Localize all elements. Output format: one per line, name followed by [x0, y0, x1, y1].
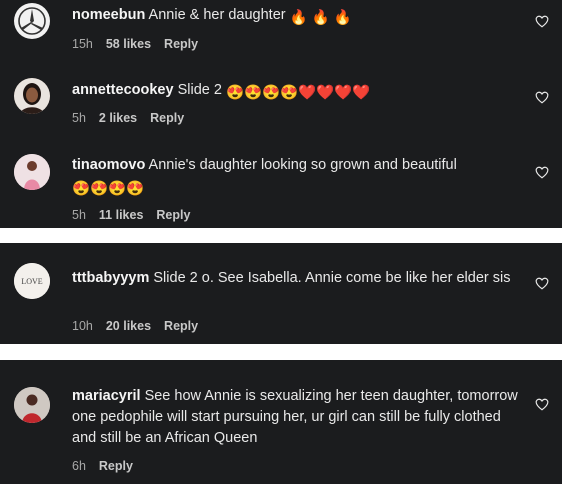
comment-text: Annie's daughter looking so grown and be…	[148, 157, 457, 173]
comment-text: Slide 2 o. See Isabella. Annie come be l…	[153, 270, 511, 286]
comment-text: Slide 2	[177, 82, 222, 98]
heart-icon[interactable]	[535, 91, 549, 104]
comment-username[interactable]: tinaomovo	[72, 157, 145, 173]
comment-time: 5h	[72, 111, 86, 125]
love-text-avatar-icon: LOVE	[14, 263, 50, 299]
reply-button[interactable]: Reply	[164, 37, 198, 51]
comment-body: nomeebun Annie & her daughter 🔥 🔥 🔥	[72, 5, 522, 29]
comment-time: 10h	[72, 319, 93, 333]
heart-icon[interactable]	[535, 398, 549, 411]
comment-body: annettecookey Slide 2 😍😍😍😍❤️❤️❤️❤️	[72, 80, 522, 104]
avatar-text: LOVE	[21, 277, 42, 286]
comment-meta: 15h 58 likes Reply	[72, 37, 198, 51]
avatar[interactable]: LOVE	[14, 263, 50, 299]
comment-item: mariacyril See how Annie is sexualizing …	[0, 360, 562, 484]
comment-meta: 10h 20 likes Reply	[72, 319, 198, 333]
comment-time: 15h	[72, 37, 93, 51]
comment-meta: 6h Reply	[72, 459, 133, 473]
avatar[interactable]	[14, 387, 50, 423]
comment-emoji: 😍😍😍😍	[72, 181, 145, 197]
comment-body: mariacyril See how Annie is sexualizing …	[72, 386, 522, 449]
reply-button[interactable]: Reply	[156, 208, 190, 222]
reply-button[interactable]: Reply	[99, 459, 133, 473]
user-photo-icon	[14, 154, 50, 190]
avatar[interactable]	[14, 78, 50, 114]
reply-button[interactable]: Reply	[150, 111, 184, 125]
comments-panel-2: LOVE tttbabyyym Slide 2 o. See Isabella.…	[0, 243, 562, 344]
comments-panel-3: mariacyril See how Annie is sexualizing …	[0, 360, 562, 484]
heart-icon[interactable]	[535, 15, 549, 28]
comment-likes[interactable]: 20 likes	[106, 319, 151, 333]
comment-body: tinaomovo Annie's daughter looking so gr…	[72, 155, 522, 200]
heart-icon[interactable]	[535, 166, 549, 179]
comment-item: LOVE tttbabyyym Slide 2 o. See Isabella.…	[0, 243, 562, 344]
comment-emoji: 😍😍😍😍❤️❤️❤️❤️	[225, 85, 371, 101]
comment-text: Annie & her daughter	[148, 7, 286, 23]
comment-likes[interactable]: 58 likes	[106, 37, 151, 51]
comment-likes[interactable]: 2 likes	[99, 111, 137, 125]
heart-icon[interactable]	[535, 277, 549, 290]
comment-item: nomeebun Annie & her daughter 🔥 🔥 🔥 15h …	[0, 0, 562, 60]
user-photo-icon	[14, 387, 50, 423]
comment-time: 5h	[72, 208, 86, 222]
comment-item: annettecookey Slide 2 😍😍😍😍❤️❤️❤️❤️ 5h 2 …	[0, 72, 562, 134]
user-photo-icon	[14, 78, 50, 114]
reply-button[interactable]: Reply	[164, 319, 198, 333]
mercedes-logo-icon	[18, 7, 46, 35]
comment-username[interactable]: annettecookey	[72, 82, 174, 98]
comment-body: tttbabyyym Slide 2 o. See Isabella. Anni…	[72, 268, 522, 289]
comment-meta: 5h 11 likes Reply	[72, 208, 190, 222]
avatar[interactable]	[14, 154, 50, 190]
comment-item: tinaomovo Annie's daughter looking so gr…	[0, 148, 562, 228]
comment-meta: 5h 2 likes Reply	[72, 111, 184, 125]
comment-username[interactable]: tttbabyyym	[72, 270, 149, 286]
avatar[interactable]	[14, 3, 50, 39]
comment-time: 6h	[72, 459, 86, 473]
comment-likes[interactable]: 11 likes	[99, 208, 144, 222]
comment-username[interactable]: nomeebun	[72, 7, 145, 23]
comments-panel-1: nomeebun Annie & her daughter 🔥 🔥 🔥 15h …	[0, 0, 562, 228]
comment-username[interactable]: mariacyril	[72, 388, 141, 404]
comment-emoji: 🔥 🔥 🔥	[289, 10, 352, 26]
